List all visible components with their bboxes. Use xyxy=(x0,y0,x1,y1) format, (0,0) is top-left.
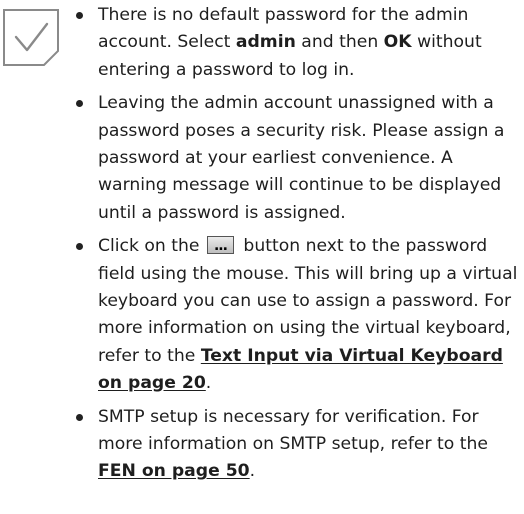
checkmark-note-icon xyxy=(3,9,59,66)
note-text: Click on the xyxy=(98,236,205,257)
note-text: SMTP setup is necessary for verification… xyxy=(98,406,488,454)
note-item: SMTP setup is necessary for verification… xyxy=(74,404,520,486)
bold-term-admin: admin xyxy=(235,32,296,53)
note-item: There is no default password for the adm… xyxy=(74,2,520,84)
note-text: Leaving the admin account unassigned wit… xyxy=(98,93,505,223)
link-fen[interactable]: FEN on page 50 xyxy=(98,461,250,481)
note-text: and then xyxy=(295,32,384,53)
note-item: Leaving the admin account unassigned wit… xyxy=(74,90,520,226)
ellipsis-button-label: ... xyxy=(213,238,228,255)
note-text: . xyxy=(205,372,212,393)
note-item: Click on the ... button next to the pass… xyxy=(74,233,520,397)
notes-list: There is no default password for the adm… xyxy=(74,2,520,492)
bold-term-ok: OK xyxy=(383,32,412,53)
note-text: . xyxy=(249,461,256,482)
ellipsis-button-icon: ... xyxy=(206,236,234,255)
